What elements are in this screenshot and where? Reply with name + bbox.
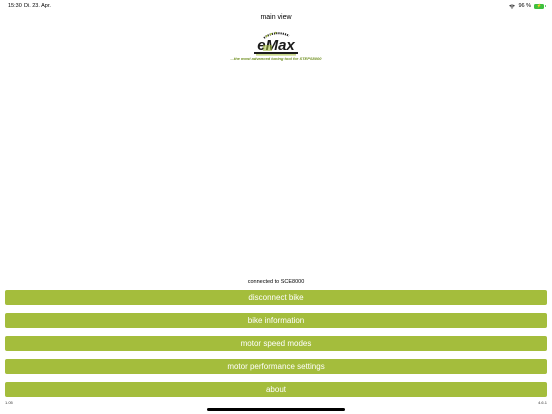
wifi-icon xyxy=(509,4,516,9)
charging-bolt-icon: ⚡ xyxy=(536,3,542,8)
app-version: 1.05 xyxy=(5,400,13,405)
status-bar: 15:30 Di. 23. Apr. 96 % ⚡ xyxy=(0,0,552,12)
home-indicator[interactable] xyxy=(207,408,345,411)
battery-icon: ⚡ xyxy=(534,3,546,9)
emax-logo: eMax xyxy=(251,28,301,58)
status-date: Di. 23. Apr. xyxy=(24,3,51,9)
battery-percent: 96 % xyxy=(518,3,531,9)
bike-information-button[interactable]: bike information xyxy=(5,313,547,328)
motor-speed-modes-button[interactable]: motor speed modes xyxy=(5,336,547,351)
motor-performance-settings-button[interactable]: motor performance settings xyxy=(5,359,547,374)
status-time: 15:30 xyxy=(8,3,22,9)
about-button[interactable]: about xyxy=(5,382,547,397)
logo-tagline: ...the most advanced tuning tool for STE… xyxy=(230,56,322,61)
firmware-version: 4.6.1 xyxy=(538,400,547,405)
page-title: main view xyxy=(260,14,292,21)
status-indicators: 96 % ⚡ xyxy=(509,3,546,9)
svg-text:eMax: eMax xyxy=(257,37,295,54)
disconnect-bike-button[interactable]: disconnect bike xyxy=(5,290,547,305)
connection-status: connected to SCE8000 xyxy=(247,279,305,285)
